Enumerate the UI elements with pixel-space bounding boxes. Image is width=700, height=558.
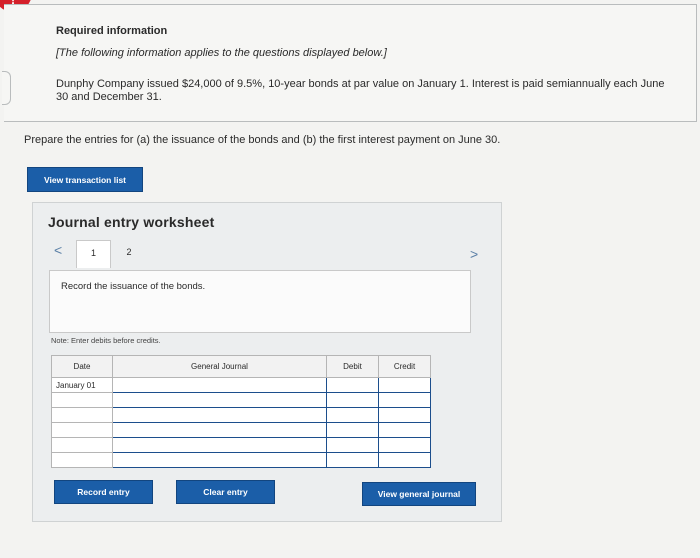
date-cell[interactable] [51,422,113,438]
debit-cell[interactable] [326,422,379,438]
account-cell[interactable] [112,437,327,453]
credit-cell[interactable] [378,407,431,423]
credit-cell[interactable] [378,392,431,408]
view-transaction-list-button[interactable]: View transaction list [27,167,143,192]
table-row: January 01 [51,377,431,393]
table-row [51,407,431,423]
credit-cell[interactable] [378,377,431,393]
table-row [51,422,431,438]
account-cell[interactable] [112,377,327,393]
required-information-note: [The following information applies to th… [56,47,387,59]
debit-cell[interactable] [326,377,379,393]
previous-arrow-icon[interactable]: < [54,242,62,258]
tab-1[interactable]: 1 [76,240,111,268]
date-cell[interactable] [51,407,113,423]
date-header: Date [51,355,113,378]
clear-entry-button[interactable]: Clear entry [176,480,275,504]
credit-cell[interactable] [378,422,431,438]
credit-cell[interactable] [378,437,431,453]
credit-cell[interactable] [378,452,431,468]
date-cell[interactable] [51,392,113,408]
required-information-panel: Required information [The following info… [2,4,697,122]
required-information-text: Dunphy Company issued $24,000 of 9.5%, 1… [56,78,665,103]
account-cell[interactable] [112,407,327,423]
date-cell[interactable] [51,452,113,468]
table-row [51,452,431,468]
debit-cell[interactable] [326,392,379,408]
debit-cell[interactable] [326,437,379,453]
debit-header: Debit [326,355,379,378]
tab-2[interactable]: 2 [117,240,141,267]
credit-header: Credit [378,355,431,378]
journal-entry-worksheet: Journal entry worksheet < 1 2 > Record t… [32,202,502,522]
account-cell[interactable] [112,392,327,408]
record-entry-button[interactable]: Record entry [54,480,153,504]
table-row [51,392,431,408]
general-journal-header: General Journal [112,355,327,378]
worksheet-title: Journal entry worksheet [48,214,215,230]
account-cell[interactable] [112,452,327,468]
date-cell[interactable]: January 01 [51,377,113,393]
journal-grid: Date General Journal Debit Credit Januar… [51,355,431,468]
panel-tab-handle[interactable] [2,71,11,105]
debits-note: Note: Enter debits before credits. [51,336,161,345]
required-information-title: Required information [56,25,168,37]
instruction-box: Record the issuance of the bonds. [49,270,471,333]
table-row [51,437,431,453]
view-general-journal-button[interactable]: View general journal [362,482,476,506]
account-cell[interactable] [112,422,327,438]
question-prompt: Prepare the entries for (a) the issuance… [24,134,501,146]
debit-cell[interactable] [326,452,379,468]
debit-cell[interactable] [326,407,379,423]
date-cell[interactable] [51,437,113,453]
next-arrow-icon[interactable]: > [470,246,478,262]
instruction-text: Record the issuance of the bonds. [61,281,206,292]
